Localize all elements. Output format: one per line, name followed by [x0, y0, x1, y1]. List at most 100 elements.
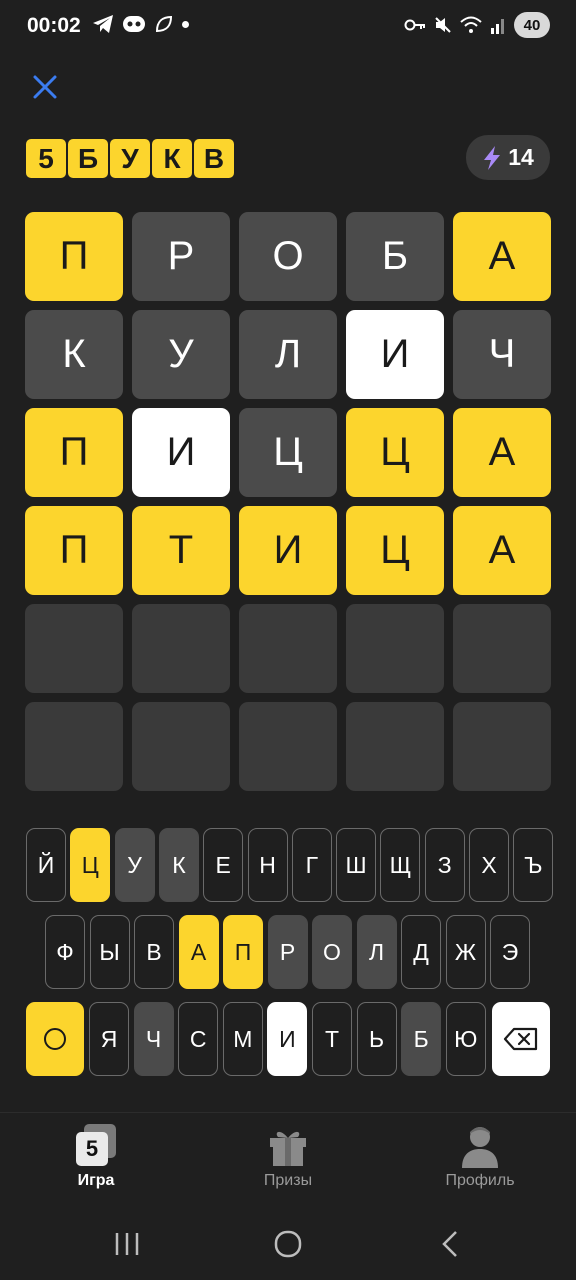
empty-tile	[132, 604, 230, 693]
key-Р[interactable]: Р	[267, 915, 308, 989]
empty-tile	[239, 604, 337, 693]
letter-tile: П	[25, 506, 123, 595]
leaf-icon	[155, 15, 173, 33]
key-Е[interactable]: Е	[203, 828, 244, 902]
profile-icon	[458, 1124, 502, 1168]
letter-tile: Ц	[346, 506, 444, 595]
status-time: 00:02	[27, 14, 81, 37]
key-З[interactable]: З	[424, 828, 465, 902]
logo-letter: 5	[26, 139, 66, 178]
key-А[interactable]: А	[178, 915, 219, 989]
logo-letter: В	[194, 139, 234, 178]
key-Ц[interactable]: Ц	[70, 828, 111, 902]
notification-icons	[92, 14, 189, 34]
lightning-icon	[484, 145, 501, 170]
key-К[interactable]: К	[158, 828, 199, 902]
key-С[interactable]: С	[178, 1002, 219, 1076]
letter-tile: О	[239, 212, 337, 301]
wifi-icon	[460, 16, 482, 33]
letter-tile: А	[453, 212, 551, 301]
empty-tile	[132, 702, 230, 791]
empty-tile	[25, 604, 123, 693]
empty-tile	[453, 604, 551, 693]
key-Б[interactable]: Б	[401, 1002, 442, 1076]
signal-icon	[491, 19, 504, 34]
key-О[interactable]: О	[312, 915, 352, 989]
key-Ъ[interactable]: Ъ	[513, 828, 554, 902]
nav-prizes[interactable]: Призы	[223, 1124, 353, 1190]
key-Э[interactable]: Э	[490, 915, 530, 989]
key-Ч[interactable]: Ч	[133, 1002, 174, 1076]
recent-apps-icon[interactable]	[114, 1231, 140, 1257]
empty-tile	[346, 702, 444, 791]
home-icon[interactable]	[273, 1229, 303, 1259]
energy-count: 14	[508, 144, 534, 170]
letter-tile: Р	[132, 212, 230, 301]
key-Ы[interactable]: Ы	[89, 915, 130, 989]
letter-tile: П	[25, 212, 123, 301]
letter-tile: Ц	[239, 408, 337, 497]
letter-tile: П	[25, 408, 123, 497]
key-Т[interactable]: Т	[312, 1002, 352, 1076]
close-icon	[33, 75, 57, 99]
status-bar: 00:02 40	[0, 0, 576, 56]
key-Я[interactable]: Я	[89, 1002, 129, 1076]
logo-letter: У	[110, 139, 150, 178]
key-Г[interactable]: Г	[291, 828, 332, 902]
key-Ж[interactable]: Ж	[445, 915, 486, 989]
app-mask-icon	[123, 16, 145, 32]
empty-tile	[346, 604, 444, 693]
empty-tile	[25, 702, 123, 791]
special-key[interactable]	[26, 1002, 84, 1076]
backspace-key[interactable]	[492, 1002, 550, 1076]
key-У[interactable]: У	[114, 828, 155, 902]
key-И[interactable]: И	[267, 1002, 308, 1076]
letter-tile: К	[25, 310, 123, 399]
letter-tile: И	[132, 408, 230, 497]
letter-tile: Ч	[453, 310, 551, 399]
more-notifications-dot	[182, 20, 189, 28]
key-Л[interactable]: Л	[356, 915, 397, 989]
battery-icon: 40	[514, 12, 550, 38]
circle-icon	[44, 1028, 66, 1050]
letter-tile: У	[132, 310, 230, 399]
key-Д[interactable]: Д	[401, 915, 441, 989]
key-Ф[interactable]: Ф	[45, 915, 85, 989]
empty-tile	[239, 702, 337, 791]
logo-letter: К	[152, 139, 192, 178]
letter-tile: Л	[239, 310, 337, 399]
gift-icon	[266, 1124, 310, 1168]
back-icon[interactable]	[440, 1229, 460, 1259]
nav-profile-label: Профиль	[445, 1172, 515, 1189]
logo-letter: Б	[68, 139, 108, 178]
backspace-icon	[503, 1027, 538, 1051]
key-Щ[interactable]: Щ	[380, 828, 421, 902]
nav-divider	[0, 1112, 576, 1113]
system-navigation	[0, 1215, 576, 1275]
nav-game[interactable]: 5 Игра	[31, 1124, 161, 1190]
nav-game-label: Игра	[77, 1172, 115, 1189]
telegram-icon	[93, 15, 113, 33]
key-Х[interactable]: Х	[469, 828, 509, 902]
letter-tile: Б	[346, 212, 444, 301]
key-М[interactable]: М	[222, 1002, 263, 1076]
key-Н[interactable]: Н	[247, 828, 288, 902]
letter-tile: И	[346, 310, 444, 399]
key-Ш[interactable]: Ш	[336, 828, 377, 902]
empty-tile	[453, 702, 551, 791]
letter-tile: Т	[132, 506, 230, 595]
letter-tile: И	[239, 506, 337, 595]
close-button[interactable]	[30, 72, 60, 102]
nav-profile[interactable]: Профиль	[415, 1124, 545, 1190]
mute-icon	[435, 17, 451, 33]
key-Ю[interactable]: Ю	[445, 1002, 486, 1076]
key-Ь[interactable]: Ь	[356, 1002, 397, 1076]
key-icon	[404, 19, 425, 31]
letter-tile: Ц	[346, 408, 444, 497]
game-badge: 5	[76, 1132, 108, 1166]
key-В[interactable]: В	[134, 915, 174, 989]
key-Й[interactable]: Й	[26, 828, 66, 902]
energy-counter[interactable]: 14	[466, 135, 550, 180]
key-П[interactable]: П	[223, 915, 263, 989]
nav-prizes-label: Призы	[263, 1172, 313, 1189]
